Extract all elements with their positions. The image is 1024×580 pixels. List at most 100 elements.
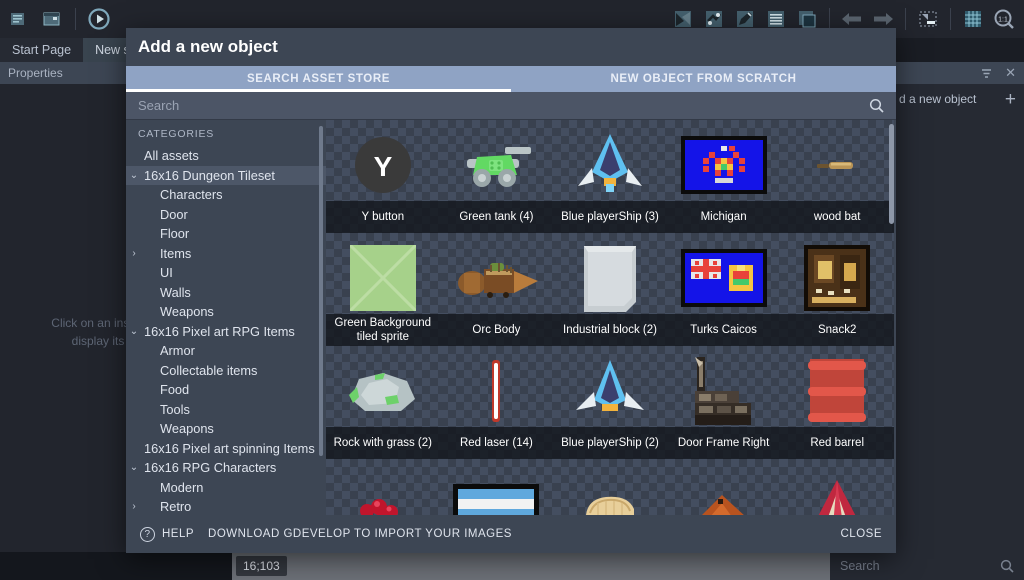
category-item[interactable]: Tools: [126, 400, 326, 420]
asset-card[interactable]: Industrial block (2): [553, 233, 667, 346]
category-label: Characters: [160, 187, 223, 203]
filter-icon[interactable]: [980, 67, 993, 80]
category-item[interactable]: ⌄ 16x16 RPG Characters: [126, 458, 326, 478]
category-item[interactable]: Collectable items: [126, 361, 326, 381]
project-manager-icon[interactable]: [6, 5, 34, 33]
category-item[interactable]: Weapons: [126, 302, 326, 322]
asset-card[interactable]: [439, 459, 554, 515]
asset-name: Orc Body: [472, 324, 521, 336]
asset-name-line2: tiled sprite: [356, 331, 409, 343]
svg-text:1:1: 1:1: [998, 17, 1008, 24]
category-item[interactable]: Armor: [126, 341, 326, 361]
asset-card[interactable]: [553, 459, 667, 515]
asset-card[interactable]: [326, 459, 440, 515]
category-item[interactable]: All assets: [126, 146, 326, 166]
help-link[interactable]: HELP: [162, 528, 194, 540]
dialog-footer: ? HELP DOWNLOAD GDEVELOP TO IMPORT YOUR …: [126, 515, 896, 553]
close-icon[interactable]: ✕: [1005, 65, 1016, 81]
asset-name: Rock with grass (2): [333, 437, 432, 449]
download-gdevelop-link[interactable]: DOWNLOAD GDEVELOP TO IMPORT YOUR IMAGES: [208, 528, 512, 540]
category-item[interactable]: Floor: [126, 224, 326, 244]
status-search-box[interactable]: Search: [830, 552, 1024, 580]
asset-caption: Michigan: [666, 201, 781, 233]
dialog-tabs: SEARCH ASSET STORE NEW OBJECT FROM SCRAT…: [126, 66, 896, 92]
asset-card[interactable]: Turks Caicos: [666, 233, 781, 346]
asset-card[interactable]: Green tank (4): [439, 120, 554, 233]
asset-card[interactable]: Snack2: [780, 233, 894, 346]
asset-card[interactable]: Green Background tiled sprite: [326, 233, 440, 346]
asset-card[interactable]: Red laser (14): [439, 346, 554, 459]
category-item[interactable]: Weapons: [126, 419, 326, 439]
dialog-body: CATEGORIES All assets ⌄ 16x16 Dungeon Tile…: [126, 120, 896, 515]
chevron-down-icon[interactable]: ⌄: [126, 326, 142, 337]
y-button-icon: Y: [326, 126, 440, 204]
dirt-pile-icon: [667, 465, 781, 515]
category-item[interactable]: Characters: [126, 185, 326, 205]
asset-grid-scrollbar[interactable]: [889, 124, 894, 224]
asset-name: wood bat: [813, 211, 861, 223]
chevron-down-icon[interactable]: ⌄: [126, 170, 142, 181]
category-item[interactable]: ⌄ 16x16 Dungeon Tileset: [126, 165, 326, 185]
asset-name: Industrial block (2): [563, 324, 657, 336]
add-new-object-row[interactable]: d a new object +: [891, 84, 1024, 114]
scene-editor-icon[interactable]: [38, 5, 66, 33]
category-item[interactable]: Food: [126, 380, 326, 400]
chevron-right-icon[interactable]: ›: [126, 501, 142, 512]
toolbar-divider-4: [950, 8, 951, 30]
svg-text:Y: Y: [373, 151, 392, 182]
category-item[interactable]: ⌄ 16x16 Pixel art RPG Items: [126, 322, 326, 342]
resize-icon[interactable]: [914, 5, 942, 33]
add-new-object-dialog: Add a new object SEARCH ASSET STORE NEW …: [126, 28, 896, 553]
snack2-icon: [780, 239, 894, 317]
category-item[interactable]: › Retro: [126, 497, 326, 515]
category-item[interactable]: 16x16 Pixel art spinning Items: [126, 439, 326, 459]
grid-icon[interactable]: [959, 5, 987, 33]
asset-caption: Red laser (14): [439, 427, 554, 459]
asset-card[interactable]: Orc Body: [439, 233, 554, 346]
category-item[interactable]: Walls: [126, 283, 326, 303]
blue-ship2-icon: [553, 352, 667, 430]
category-item[interactable]: Door: [126, 205, 326, 225]
asset-card[interactable]: [666, 459, 781, 515]
red-tent-icon: [780, 465, 894, 515]
orc-body-icon: [440, 239, 554, 317]
red-laser-icon: [440, 352, 554, 430]
asset-caption: Industrial block (2): [553, 314, 667, 346]
close-button[interactable]: CLOSE: [841, 528, 883, 540]
asset-caption: Blue playerShip (2): [553, 427, 667, 459]
chevron-right-icon[interactable]: ›: [126, 248, 142, 259]
zoom-reset-icon[interactable]: 1:1: [990, 5, 1018, 33]
asset-search-field[interactable]: Search: [126, 92, 896, 120]
asset-caption: Green tank (4): [439, 201, 554, 233]
category-item[interactable]: Modern: [126, 478, 326, 498]
category-label: Retro: [160, 499, 192, 515]
category-item[interactable]: › Items: [126, 244, 326, 264]
asset-card[interactable]: wood bat: [780, 120, 894, 233]
search-icon[interactable]: [869, 98, 884, 113]
preview-play-icon[interactable]: [85, 5, 113, 33]
asset-caption: Door Frame Right: [666, 427, 781, 459]
asset-name: Snack2: [817, 324, 857, 336]
asset-card[interactable]: [780, 459, 894, 515]
blue-ship-icon: [553, 126, 667, 204]
categories-sidebar[interactable]: CATEGORIES All assets ⌄ 16x16 Dungeon Tile…: [126, 120, 326, 515]
asset-card[interactable]: Y Y button: [326, 120, 440, 233]
tab-new-object-from-scratch[interactable]: NEW OBJECT FROM SCRATCH: [511, 66, 896, 92]
categories-scrollbar[interactable]: [319, 126, 323, 456]
add-object-button[interactable]: +: [1005, 90, 1016, 109]
tab-start-page[interactable]: Start Page: [0, 38, 84, 62]
asset-card[interactable]: Blue playerShip (2): [553, 346, 667, 459]
chevron-down-icon[interactable]: ⌄: [126, 462, 142, 473]
asset-caption: Snack2: [780, 314, 894, 346]
category-label: Food: [160, 382, 190, 398]
asset-card[interactable]: Blue playerShip (3): [553, 120, 667, 233]
help-icon[interactable]: ?: [140, 526, 155, 542]
asset-card[interactable]: Door Frame Right: [666, 346, 781, 459]
search-icon[interactable]: [1000, 559, 1014, 573]
category-label: 16x16 Dungeon Tileset: [144, 167, 275, 183]
category-item[interactable]: UI: [126, 263, 326, 283]
asset-card[interactable]: Michigan: [666, 120, 781, 233]
objects-panel-header: ✕: [891, 62, 1024, 84]
asset-card[interactable]: Red barrel: [780, 346, 894, 459]
asset-card[interactable]: Rock with grass (2): [326, 346, 440, 459]
